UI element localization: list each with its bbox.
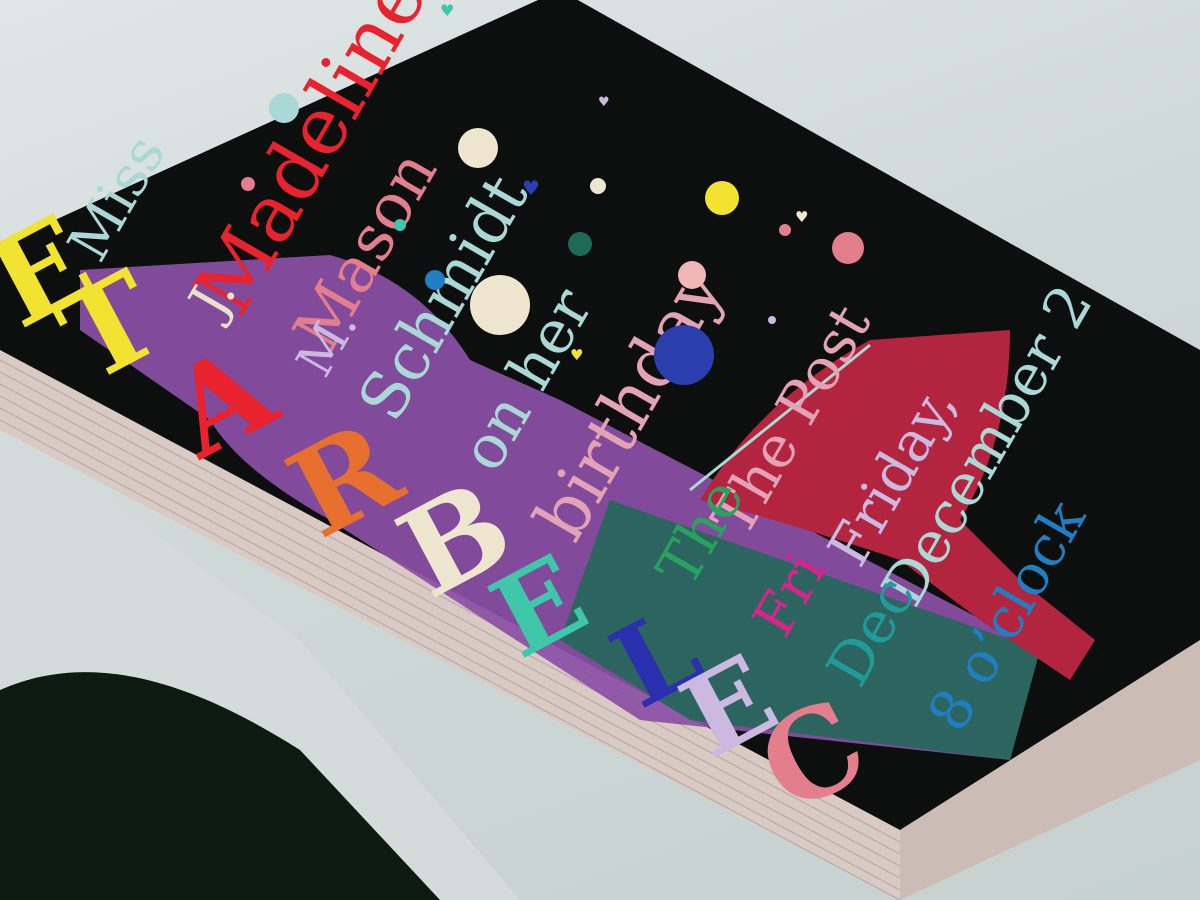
heart-icon: ♥ [795, 208, 808, 226]
heart-icon: ♥ [570, 346, 583, 364]
invitation-card-photo: E T A R B E L E C Miss Madeline J. Mason… [0, 0, 1200, 900]
heart-icon: ♥ [598, 95, 610, 110]
heart-icon: ♥ [522, 176, 540, 200]
heart-icon: ♥ [440, 1, 454, 20]
